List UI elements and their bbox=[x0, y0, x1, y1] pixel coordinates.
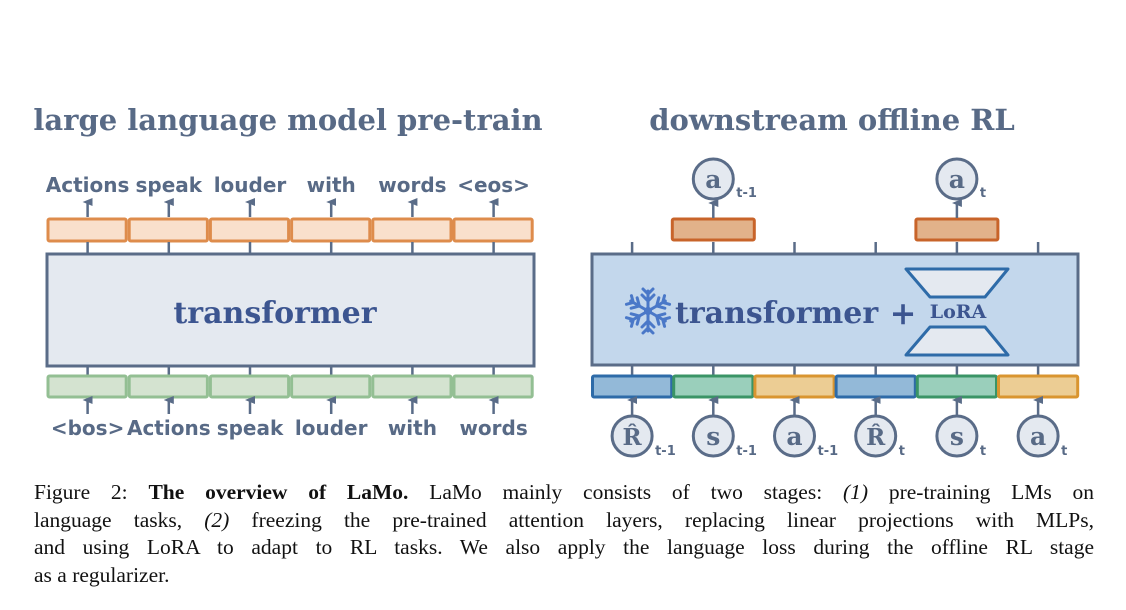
return-symbol: R̂ bbox=[623, 424, 643, 451]
caption-line: as a regularizer. bbox=[34, 562, 1094, 590]
state-input-node: st bbox=[935, 396, 986, 459]
output-embedding-box bbox=[46, 217, 128, 243]
input-token-embeddings bbox=[46, 366, 534, 399]
timestep-subscript: t bbox=[899, 444, 905, 459]
caption-text: language tasks, bbox=[34, 507, 205, 532]
output-embedding-box bbox=[371, 217, 453, 243]
caption-bold-title: The overview of LaMo. bbox=[148, 480, 409, 504]
action-symbol: a bbox=[949, 165, 965, 194]
input-embedding-box bbox=[127, 374, 209, 399]
output-token: with bbox=[307, 173, 356, 197]
output-token: words bbox=[378, 173, 446, 197]
caption-italic-marker: (1) bbox=[842, 480, 869, 504]
state-input-node: s t-1 bbox=[691, 396, 757, 459]
input-token: words bbox=[459, 416, 527, 440]
state-symbol: s bbox=[950, 422, 964, 451]
timestep-subscript: t-1 bbox=[736, 186, 757, 201]
pretrain-panel: large language model pre-train Actions sp… bbox=[33, 103, 542, 440]
predicted-action-node: at bbox=[914, 157, 1000, 242]
caption-text: Figure 2: bbox=[34, 480, 149, 504]
action-head-box bbox=[670, 217, 756, 242]
input-embedding-box bbox=[208, 374, 291, 399]
output-token: <eos> bbox=[457, 173, 530, 197]
caption-line: Figure 2: The overview of LaMo. LaMo mai… bbox=[34, 479, 1094, 507]
caption-line: and using LoRA to adapt to RL tasks. We … bbox=[34, 534, 1094, 562]
return-symbol: R̂ bbox=[866, 424, 886, 451]
rl-transformer-label: transformer bbox=[675, 296, 879, 331]
output-embedding-box bbox=[452, 217, 534, 243]
output-embedding-box bbox=[208, 217, 291, 243]
timestep-subscript: t bbox=[1061, 444, 1067, 459]
lora-label: LoRA bbox=[930, 301, 987, 323]
action-embedding-box bbox=[997, 374, 1080, 399]
input-token: <bos> bbox=[51, 416, 124, 440]
state-symbol: s bbox=[706, 422, 720, 451]
output-embedding-box bbox=[127, 217, 209, 243]
action-symbol: a bbox=[1030, 422, 1046, 451]
input-token: with bbox=[388, 416, 437, 440]
trajectory-embeddings bbox=[591, 365, 1080, 399]
state-embedding-box bbox=[915, 374, 998, 399]
caption-text: pre-training LMs on bbox=[868, 480, 1095, 504]
timestep-subscript: t bbox=[980, 444, 986, 459]
output-token: louder bbox=[214, 173, 287, 197]
transformer-output-ticks bbox=[630, 242, 1040, 254]
offline-rl-title: downstream offline RL bbox=[649, 103, 1015, 137]
pretrain-title: large language model pre-train bbox=[33, 103, 542, 137]
input-embedding-box bbox=[290, 374, 372, 399]
input-embedding-box bbox=[452, 374, 534, 399]
return-embedding-box bbox=[834, 374, 917, 399]
return-embedding-box bbox=[591, 374, 674, 399]
input-token: speak bbox=[217, 416, 284, 440]
timestep-subscript: t-1 bbox=[655, 444, 676, 459]
input-embedding-box bbox=[46, 374, 128, 399]
timestep-subscript: t-1 bbox=[736, 444, 757, 459]
lamo-overview-figure: large language model pre-train Actions sp… bbox=[33, 103, 1080, 459]
plus-sign: + bbox=[890, 294, 917, 332]
state-embedding-box bbox=[672, 374, 755, 399]
caption-text: as a regularizer. bbox=[34, 562, 170, 587]
input-token-labels: <bos> Actions speak louder with words bbox=[51, 396, 528, 440]
action-symbol: a bbox=[705, 165, 721, 194]
output-embedding-box bbox=[290, 217, 372, 243]
output-token-labels: Actions speak louder with words <eos> bbox=[46, 173, 530, 217]
output-token: speak bbox=[136, 173, 203, 197]
trajectory-inputs: R̂t-1st-1at-1R̂tstat bbox=[610, 396, 1067, 459]
caption-text: LaMo mainly consists of two stages: bbox=[408, 480, 843, 504]
pretrain-transformer-label: transformer bbox=[173, 296, 377, 331]
figure-caption: Figure 2: The overview of LaMo. LaMo mai… bbox=[34, 479, 1094, 589]
action-embedding-box bbox=[753, 374, 836, 399]
predicted-action-node: a t-1 bbox=[670, 157, 757, 242]
input-token: louder bbox=[295, 416, 368, 440]
caption-text: and using LoRA to adapt to RL tasks. We … bbox=[34, 535, 1094, 559]
caption-text: freezing the pre-trained attention layer… bbox=[229, 507, 1095, 532]
action-input-node: at bbox=[1016, 396, 1067, 459]
output-token-embeddings bbox=[46, 217, 534, 254]
input-embedding-box bbox=[371, 374, 453, 399]
return-input-node: R̂ t-1 bbox=[610, 396, 676, 459]
return-input-node: R̂ t bbox=[854, 396, 905, 459]
action-symbol: a bbox=[786, 422, 802, 451]
input-token: Actions bbox=[127, 416, 211, 440]
timestep-subscript: t bbox=[980, 186, 986, 201]
caption-line: language tasks, (2) freezing the pre-tra… bbox=[34, 507, 1094, 535]
offline-rl-panel: downstream offline RL a t-1 a t transformer… bbox=[590, 103, 1080, 459]
predicted-actions: a t-1 a t bbox=[670, 157, 1000, 242]
caption-italic-marker: (2) bbox=[204, 507, 230, 532]
action-input-node: a t-1 bbox=[773, 396, 839, 459]
action-head-box bbox=[914, 217, 1000, 242]
timestep-subscript: t-1 bbox=[818, 444, 839, 459]
output-token: Actions bbox=[46, 173, 130, 197]
